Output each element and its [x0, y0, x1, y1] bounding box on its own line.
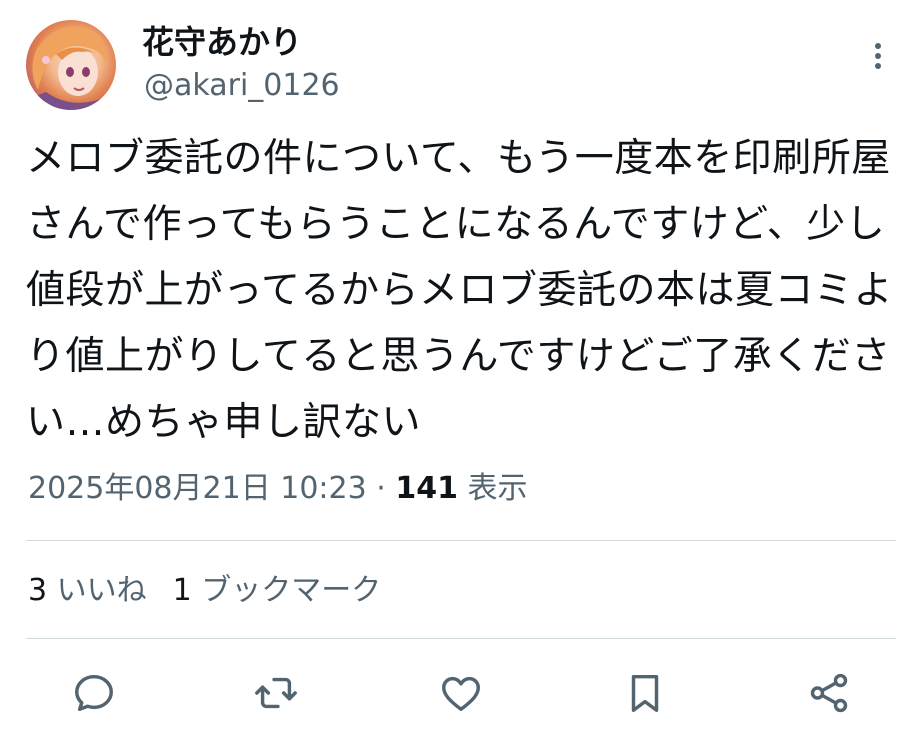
avatar[interactable] — [26, 20, 116, 110]
meta-separator: · — [376, 471, 386, 506]
heart-icon — [442, 676, 480, 712]
share-button[interactable] — [806, 670, 852, 716]
engagement-stats: 3 いいね 1 ブックマーク — [28, 570, 381, 612]
likes-stat[interactable]: 3 いいね — [28, 573, 147, 608]
more-vertical-icon — [875, 43, 881, 69]
views-label: 表示 — [467, 471, 528, 506]
reply-button[interactable] — [71, 670, 117, 716]
tweet-meta: 2025年08月21日 10:23 · 141 表示 — [28, 468, 528, 510]
reply-icon — [75, 674, 113, 712]
divider-bottom — [26, 638, 896, 639]
likes-label: いいね — [56, 573, 147, 608]
retweet-button[interactable] — [253, 670, 299, 716]
bookmarks-label: ブックマーク — [201, 573, 382, 608]
timestamp[interactable]: 2025年08月21日 10:23 — [28, 471, 367, 506]
avatar-illustration-icon — [26, 26, 116, 110]
display-name[interactable]: 花守あかり — [142, 20, 302, 64]
tweet-detail: 花守あかり @akari_0126 メロブ委託の件について、もう一度本を印刷所屋… — [0, 0, 923, 748]
bookmark-button[interactable] — [622, 670, 668, 716]
tweet-text: メロブ委託の件について、もう一度本を印刷所屋さんで作ってもらうことになるんですけ… — [26, 136, 894, 445]
likes-count: 3 — [28, 573, 48, 608]
bookmark-icon — [631, 674, 659, 712]
bookmarks-count: 1 — [172, 573, 192, 608]
share-icon — [810, 673, 848, 713]
divider-top — [26, 540, 896, 541]
retweet-icon — [255, 677, 297, 709]
user-handle[interactable]: @akari_0126 — [144, 66, 340, 106]
like-button[interactable] — [438, 670, 484, 716]
bookmarks-stat[interactable]: 1 ブックマーク — [173, 573, 382, 608]
more-options-button[interactable] — [864, 38, 892, 78]
views-count: 141 — [395, 471, 458, 506]
